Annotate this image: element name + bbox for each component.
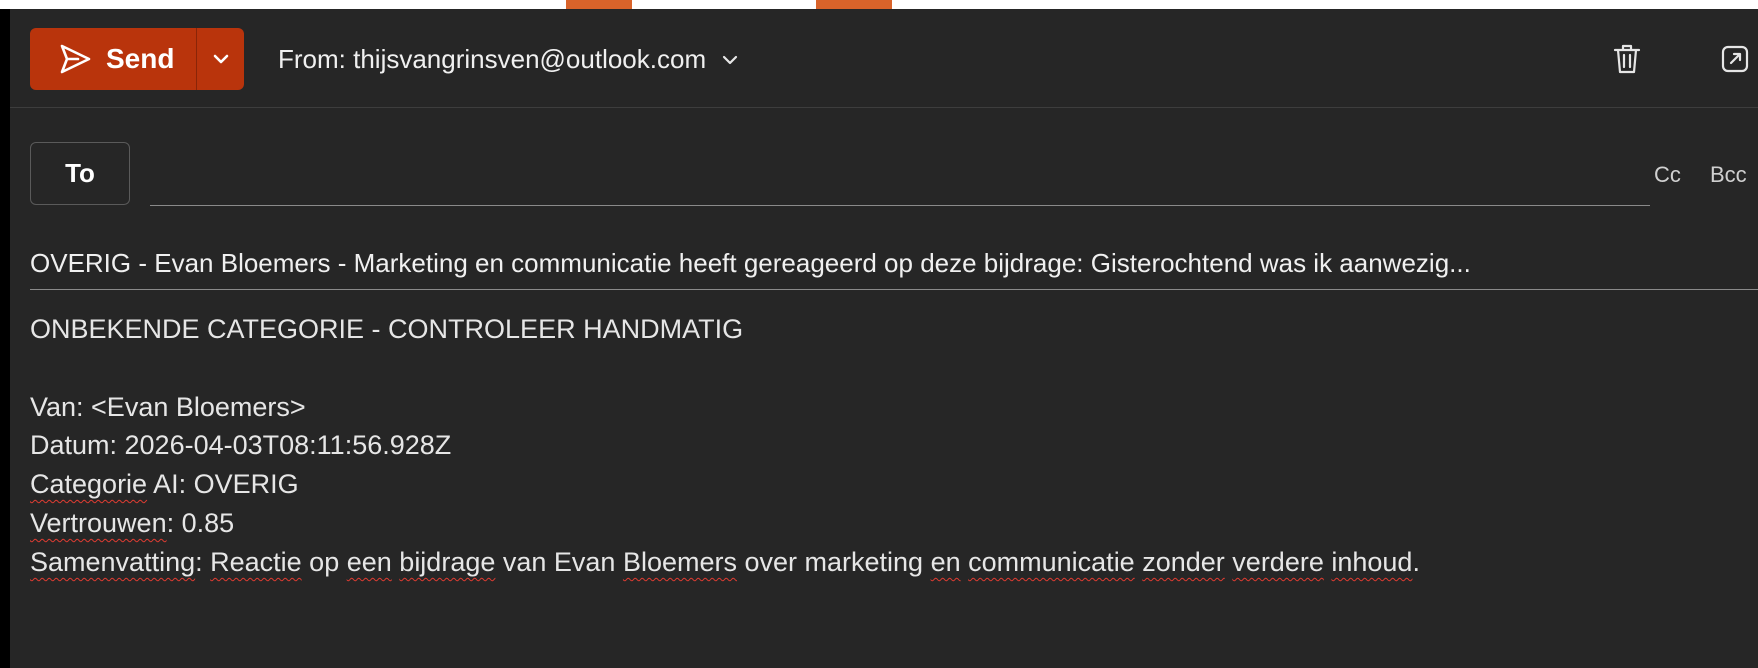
misspelled-word[interactable]: Bloemers [623,547,737,577]
misspelled-word[interactable]: Categorie [30,469,147,499]
send-options-dropdown[interactable] [197,28,244,90]
body-heading: ONBEKENDE CATEGORIE - CONTROLEER HANDMAT… [30,314,744,344]
body-text: op [301,547,347,577]
compose-toolbar: Send From: thijsvangrinsven@outlook.com [10,9,1758,108]
chevron-down-icon [213,54,228,64]
send-button[interactable]: Send [30,28,196,90]
body-vertrouwen: Vertrouwen: 0.85 [30,508,234,539]
misspelled-word[interactable]: en [931,547,961,577]
body-text: : 0.85 [166,508,235,538]
misspelled-word[interactable]: een [347,547,392,577]
top-accent-left [566,0,632,9]
body-samenvatting: Samenvatting: Reactie op een bijdrage va… [30,547,1420,578]
bcc-button[interactable]: Bcc [1710,162,1747,188]
body-text: van Evan [495,547,623,577]
body-text: AI: OVERIG [147,469,299,499]
to-button[interactable]: To [30,142,130,205]
misspelled-word[interactable]: Vertrouwen [30,508,167,538]
body-text: over marketing [737,547,931,577]
subject-input[interactable]: OVERIG - Evan Bloemers - Marketing en co… [30,227,1758,290]
popout-icon[interactable] [1720,44,1750,74]
misspelled-word[interactable]: Reactie [210,547,302,577]
compose-pane: Send From: thijsvangrinsven@outlook.com [10,9,1758,668]
from-label: From: thijsvangrinsven@outlook.com [278,44,707,74]
recipients-row: To [10,107,1758,207]
body-van: Van: <Evan Bloemers> [30,392,306,422]
misspelled-word[interactable]: Samenvatting [30,547,195,577]
body-categorie: Categorie AI: OVERIG [30,469,299,500]
body-text: . [1412,547,1420,577]
body-datum: Datum: 2026-04-03T08:11:56.928Z [30,430,452,460]
cc-button[interactable]: Cc [1654,162,1681,188]
send-button-group: Send [30,28,244,90]
top-accent-right [816,0,892,9]
trash-icon[interactable] [1610,42,1644,76]
body-text [961,547,969,577]
chevron-down-icon [722,54,738,66]
from-selector[interactable]: From: thijsvangrinsven@outlook.com [278,44,738,75]
window-top-strip [0,0,1758,9]
misspelled-word[interactable]: inhoud [1331,547,1412,577]
misspelled-word[interactable]: bijdrage [399,547,495,577]
misspelled-word[interactable]: verdere [1232,547,1324,577]
to-input[interactable] [150,142,1650,206]
send-icon [60,44,91,74]
misspelled-word[interactable]: zonder [1142,547,1225,577]
body-text: : [195,547,211,577]
misspelled-word[interactable]: communicatie [968,547,1135,577]
send-label: Send [106,43,175,74]
